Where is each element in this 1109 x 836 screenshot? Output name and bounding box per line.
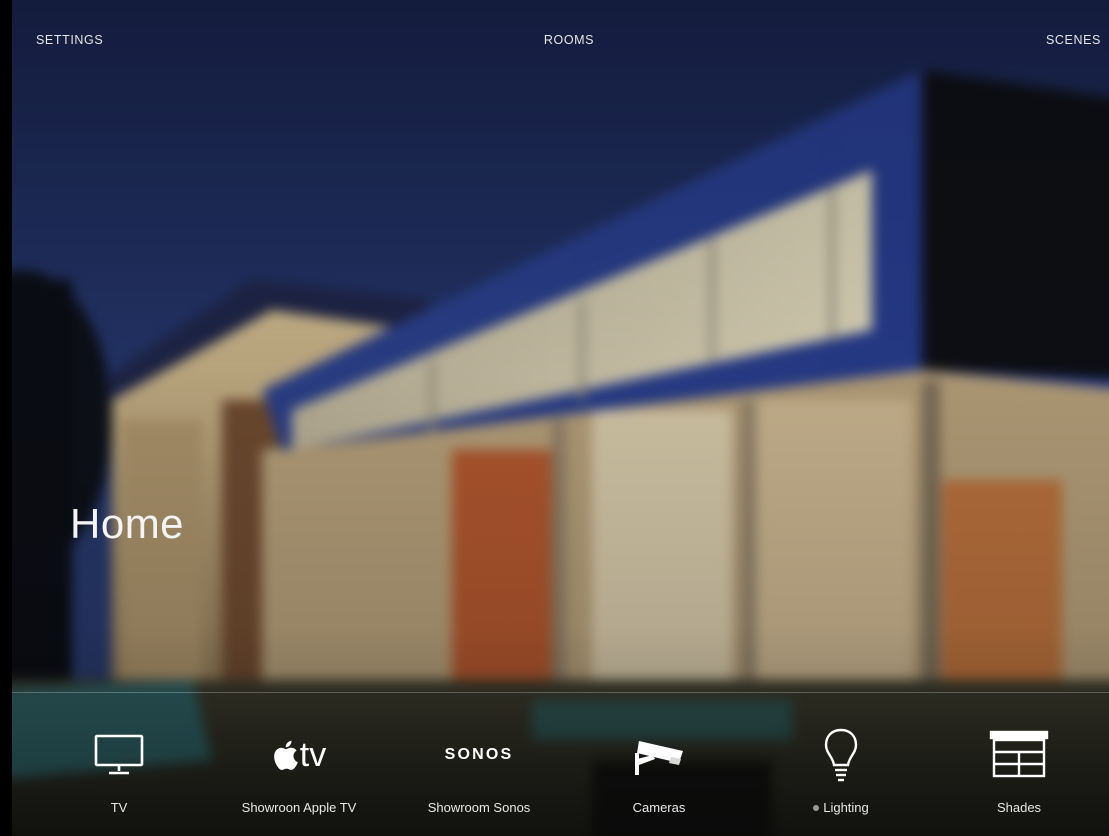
service-shades[interactable]: Shades (939, 693, 1099, 836)
service-apple-tv[interactable]: tv Showroon Apple TV (219, 693, 379, 836)
room-title: Home (70, 500, 185, 547)
scenes-button[interactable]: SCENES (1046, 33, 1101, 47)
service-tv[interactable]: TV (39, 693, 199, 836)
service-lighting[interactable]: Lighting (761, 693, 921, 836)
sonos-logo-text: SONOS (444, 746, 514, 763)
apple-tv-logo-icon: tv (219, 725, 379, 785)
service-label: Shades (996, 800, 1042, 815)
top-navigation: SETTINGS ROOMS SCENES (0, 0, 1109, 82)
security-camera-icon (579, 725, 739, 785)
home-screen: SETTINGS ROOMS SCENES Home TV tv Showroo… (0, 0, 1109, 836)
service-label: Lighting (761, 800, 921, 815)
service-cameras[interactable]: Cameras (579, 693, 739, 836)
rooms-button[interactable]: ROOMS (0, 33, 1109, 47)
service-label: Showroom Sonos (427, 800, 531, 815)
service-bar: TV tv Showroon Apple TV SONOS Showroom S… (0, 693, 1109, 836)
lighting-label-text: Lighting (823, 800, 869, 815)
light-bulb-icon (761, 725, 921, 785)
apple-tv-logo-text: tv (299, 736, 327, 774)
service-label: Cameras (632, 800, 686, 815)
service-sonos[interactable]: SONOS Showroom Sonos (399, 693, 559, 836)
service-label: TV (110, 800, 128, 815)
sonos-logo-icon: SONOS (399, 725, 559, 785)
monitor-icon (39, 725, 199, 785)
window-shade-icon (939, 725, 1099, 785)
lighting-status-dot (813, 804, 820, 811)
service-label: Showroon Apple TV (241, 800, 357, 815)
